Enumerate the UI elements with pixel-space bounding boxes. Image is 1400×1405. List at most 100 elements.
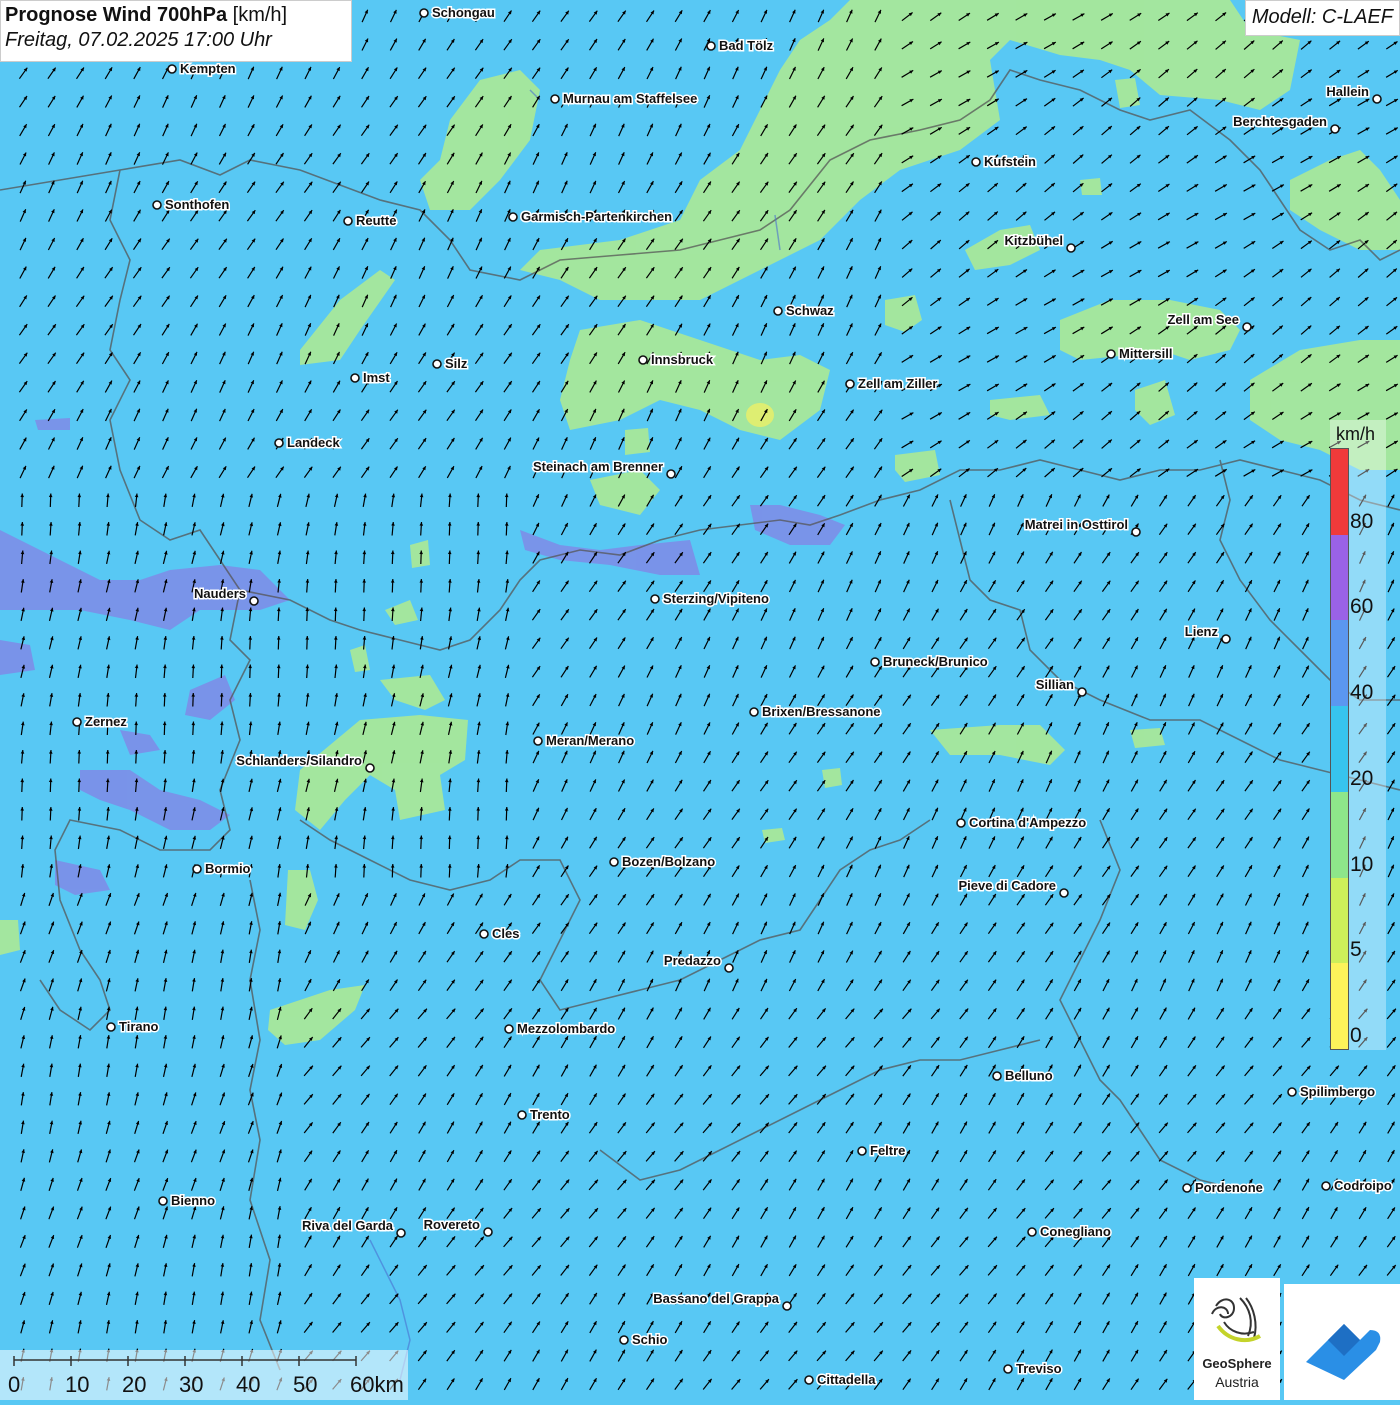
place-bozen-bolzano[interactable]: Bozen/Bolzano [609, 853, 717, 871]
legend-tick-label: 60 [1350, 595, 1374, 619]
place-label: Lienz [1185, 624, 1219, 639]
place-label: Kempten [180, 61, 236, 76]
place-label: Silz [445, 356, 468, 371]
place-marker-icon [619, 1335, 629, 1345]
place-marker-icon [857, 1146, 867, 1156]
place-label: Zell am See [1167, 312, 1239, 327]
place-marker-icon [1287, 1087, 1297, 1097]
place-innsbruck[interactable]: Innsbruck [638, 351, 715, 369]
legend-segment [1331, 449, 1348, 535]
place-marker-icon [1221, 634, 1231, 644]
place-label: Conegliano [1040, 1224, 1111, 1239]
place-label: Tirano [119, 1019, 159, 1034]
place-sonthofen[interactable]: Sonthofen [152, 196, 231, 214]
place-label: Imst [363, 370, 390, 385]
geosphere-emblem-icon [1211, 1297, 1261, 1343]
place-marker-icon [167, 64, 177, 74]
place-marker-icon [550, 94, 560, 104]
place-meran-merano[interactable]: Meran/Merano [533, 732, 636, 750]
scale-bar-label: 30 [179, 1372, 204, 1397]
place-marker-icon [343, 216, 353, 226]
model-label: Modell: C-LAEF [1244, 0, 1400, 36]
legend-unit: km/h [1336, 424, 1376, 444]
place-label: Cortina d'Ampezzo [969, 815, 1086, 830]
place-bruneck-brunico[interactable]: Bruneck/Brunico [870, 653, 989, 671]
scale-bar-label: 50 [293, 1372, 318, 1397]
place-label: Riva del Garda [302, 1218, 394, 1233]
scale-bar-label: 0 [8, 1372, 21, 1397]
place-marker-icon [804, 1375, 814, 1385]
place-marker-icon [158, 1196, 168, 1206]
place-garmisch-partenkirchen[interactable]: Garmisch-Partenkirchen [508, 208, 674, 226]
place-marker-icon [749, 707, 759, 717]
place-marker-icon [1003, 1364, 1013, 1374]
place-marker-icon [419, 8, 429, 18]
legend-segment [1331, 534, 1348, 621]
place-label: Brixen/Bressanone [762, 704, 881, 719]
place-label: Sterzing/Vipiteno [663, 591, 769, 606]
place-marker-icon [666, 469, 676, 479]
place-marker-icon [1059, 888, 1069, 898]
place-murnau-am-staffelsee[interactable]: Murnau am Staffelsee [550, 90, 699, 108]
place-label: Steinach am Brenner [533, 459, 663, 474]
legend-tick-label: 20 [1350, 766, 1374, 790]
place-label: Bozen/Bolzano [622, 854, 715, 869]
legend-segment [1331, 877, 1348, 964]
place-marker-icon [1027, 1227, 1037, 1237]
place-marker-icon [870, 657, 880, 667]
place-label: Garmisch-Partenkirchen [521, 209, 672, 224]
scale-bar-ruler [13, 1356, 357, 1366]
place-label: Feltre [870, 1143, 905, 1158]
map-title-unit: [km/h] [232, 4, 288, 26]
place-marker-icon [249, 596, 259, 606]
geosphere-logo[interactable]: GeoSphere Austria [1194, 1278, 1280, 1400]
place-label: Schlanders/Silandro [236, 753, 362, 768]
place-label: Mezzolombardo [517, 1021, 615, 1036]
place-label: Schongau [432, 5, 495, 20]
app-logo[interactable] [1284, 1284, 1400, 1400]
place-label: Bruneck/Brunico [883, 654, 988, 669]
place-marker-icon [192, 864, 202, 874]
place-marker-icon [724, 963, 734, 973]
place-sterzing-vipiteno[interactable]: Sterzing/Vipiteno [650, 590, 770, 608]
place-schongau[interactable]: Schongau [419, 4, 496, 22]
place-label: Bad Tölz [719, 38, 774, 53]
place-pordenone[interactable]: Pordenone [1182, 1179, 1264, 1197]
place-marker-icon [152, 200, 162, 210]
wind-map[interactable]: Schongau Bad Tölz Kempten Murnau am Staffel… [0, 0, 1400, 1400]
place-marker-icon [638, 355, 648, 365]
place-label: Sillian [1036, 677, 1074, 692]
place-mezzolombardo[interactable]: Mezzolombardo [504, 1020, 617, 1038]
place-cortina-d-ampezzo[interactable]: Cortina d'Ampezzo [956, 814, 1088, 832]
place-marker-icon [517, 1110, 527, 1120]
place-marker-icon [396, 1228, 406, 1238]
place-label: Sonthofen [165, 197, 229, 212]
place-marker-icon [1372, 94, 1382, 104]
scale-bar-label: 60km [350, 1372, 404, 1397]
legend-segment [1331, 963, 1348, 1049]
place-label: Hallein [1326, 84, 1369, 99]
place-spilimbergo[interactable]: Spilimbergo [1287, 1083, 1377, 1101]
place-zell-am-ziller[interactable]: Zell am Ziller [845, 375, 939, 393]
place-marker-icon [106, 1022, 116, 1032]
legend-color-bar [1330, 448, 1349, 1050]
place-marker-icon [274, 438, 284, 448]
legend-segment [1331, 706, 1348, 792]
place-label: Mittersill [1119, 346, 1172, 361]
place-marker-icon [1131, 527, 1141, 537]
place-label: Landeck [287, 435, 341, 450]
place-marker-icon [365, 763, 375, 773]
place-label: Schwaz [786, 303, 834, 318]
place-label: Innsbruck [651, 352, 714, 367]
legend-tick-label: 0 [1350, 1024, 1362, 1047]
legend-tick-label: 5 [1350, 938, 1362, 962]
place-conegliano[interactable]: Conegliano [1027, 1223, 1112, 1241]
place-marker-icon [72, 717, 82, 727]
place-label: Bassano del Grappa [653, 1291, 779, 1306]
place-brixen-bressanone[interactable]: Brixen/Bressanone [749, 703, 882, 721]
legend-segment [1331, 791, 1348, 878]
place-label: Kufstein [984, 154, 1036, 169]
place-label: Treviso [1016, 1361, 1062, 1376]
place-marker-icon [1066, 243, 1076, 253]
place-marker-icon [845, 379, 855, 389]
